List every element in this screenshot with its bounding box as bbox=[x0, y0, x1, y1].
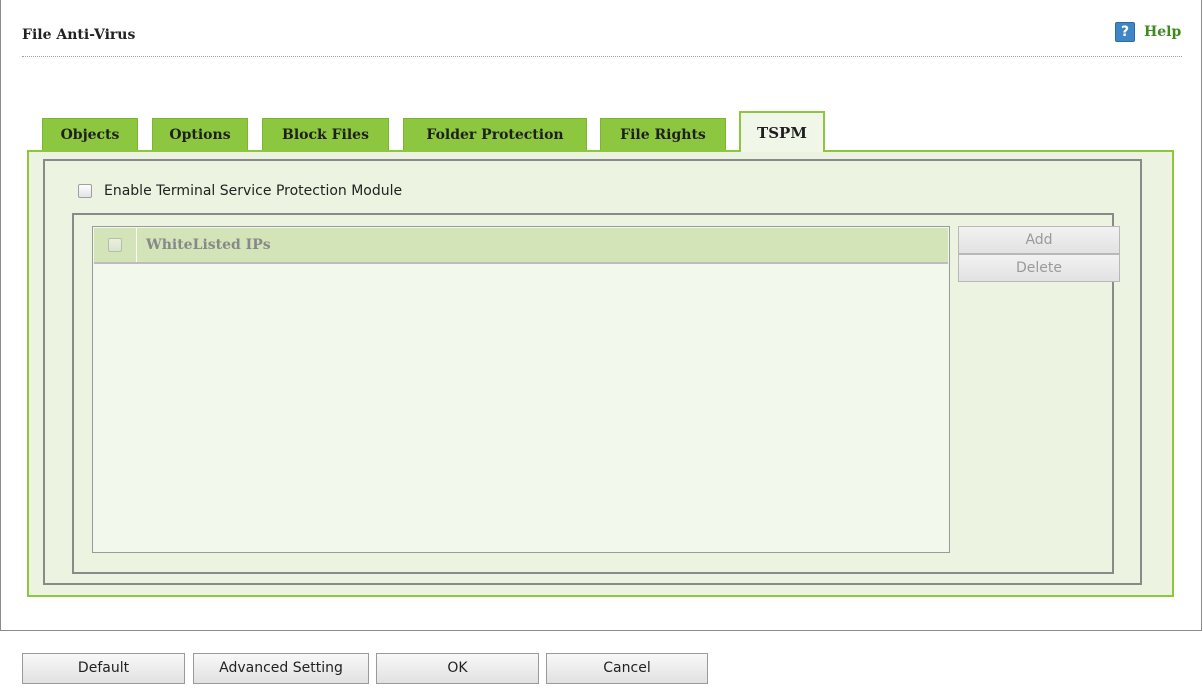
ok-button[interactable]: OK bbox=[376, 653, 539, 684]
tab-block-files[interactable]: Block Files bbox=[262, 118, 389, 151]
tab-file-rights[interactable]: File Rights bbox=[600, 118, 726, 151]
whitelist-group: WhiteListed IPs Add Delete bbox=[72, 213, 1120, 574]
enable-tspm-label[interactable]: Enable Terminal Service Protection Modul… bbox=[104, 183, 402, 199]
title-divider bbox=[22, 56, 1182, 57]
default-button[interactable]: Default bbox=[22, 653, 185, 684]
help-label[interactable]: Help bbox=[1144, 24, 1181, 40]
tab-tspm[interactable]: TSPM bbox=[739, 111, 825, 152]
cancel-button[interactable]: Cancel bbox=[546, 653, 708, 684]
select-all-checkbox bbox=[108, 238, 122, 252]
tspm-settings-box: Enable Terminal Service Protection Modul… bbox=[43, 159, 1142, 585]
help-question-icon[interactable]: ? bbox=[1115, 22, 1135, 42]
delete-button[interactable]: Delete bbox=[958, 254, 1120, 282]
whitelisted-ips-list[interactable]: WhiteListed IPs bbox=[92, 226, 950, 553]
help-link[interactable]: ? Help bbox=[1115, 22, 1181, 42]
page-title: File Anti-Virus bbox=[22, 27, 136, 43]
enable-tspm-row[interactable]: Enable Terminal Service Protection Modul… bbox=[78, 183, 402, 199]
tspm-panel: Enable Terminal Service Protection Modul… bbox=[27, 150, 1174, 597]
tab-objects[interactable]: Objects bbox=[42, 118, 138, 151]
advanced-setting-button[interactable]: Advanced Setting bbox=[193, 653, 369, 684]
list-header: WhiteListed IPs bbox=[94, 228, 948, 264]
enable-tspm-checkbox[interactable] bbox=[78, 184, 92, 198]
tab-folder-protection[interactable]: Folder Protection bbox=[403, 118, 587, 151]
tab-options[interactable]: Options bbox=[152, 118, 248, 151]
header-separator bbox=[136, 228, 137, 262]
list-header-label: WhiteListed IPs bbox=[146, 237, 271, 253]
add-button[interactable]: Add bbox=[958, 226, 1120, 254]
